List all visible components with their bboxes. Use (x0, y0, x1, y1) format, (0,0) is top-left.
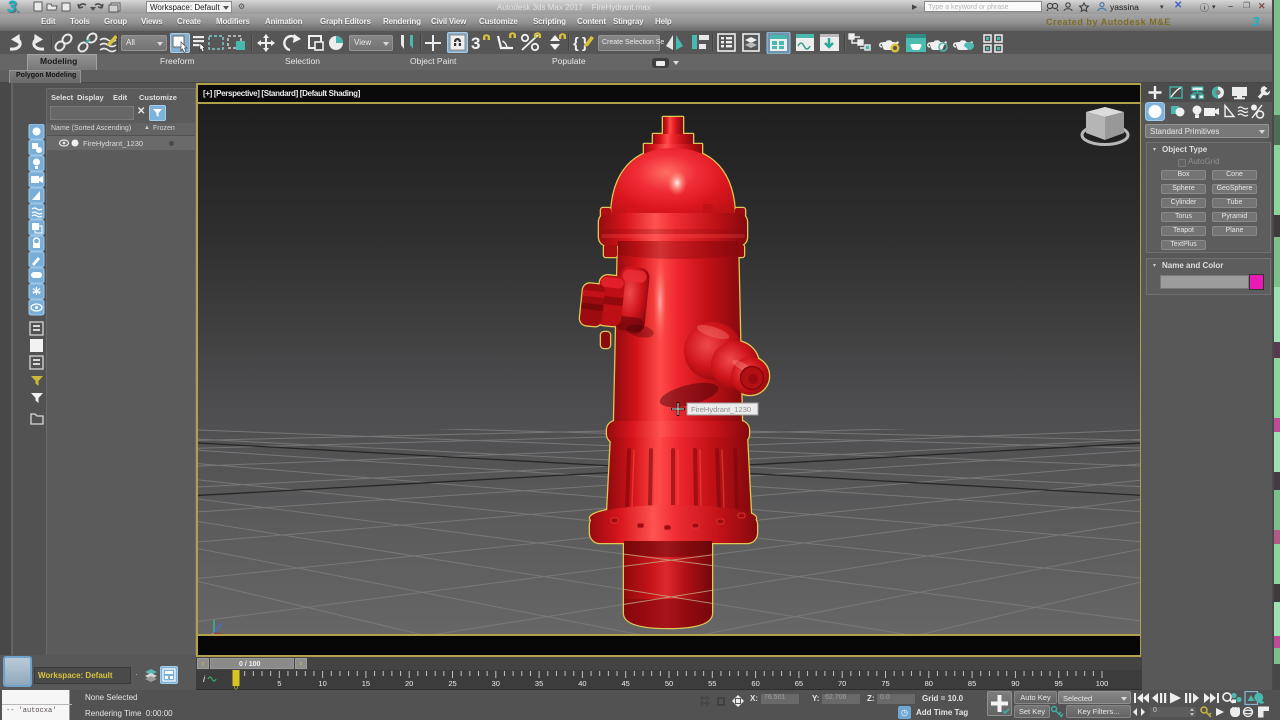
svg-text:100: 100 (1096, 679, 1109, 688)
svg-text:55: 55 (708, 679, 716, 688)
svg-text:40: 40 (578, 679, 586, 688)
svg-text:60: 60 (751, 679, 759, 688)
svg-text:50: 50 (665, 679, 673, 688)
svg-text:80: 80 (925, 679, 933, 688)
svg-text:35: 35 (535, 679, 543, 688)
svg-text:65: 65 (795, 679, 803, 688)
svg-text:3: 3 (471, 34, 480, 53)
svg-text:i: i (203, 674, 206, 684)
svg-text:90: 90 (1011, 679, 1019, 688)
svg-text:5: 5 (277, 679, 281, 688)
svg-text:30: 30 (492, 679, 500, 688)
svg-text:95: 95 (1055, 679, 1063, 688)
svg-text:10: 10 (318, 679, 326, 688)
svg-text:20: 20 (405, 679, 413, 688)
svg-text:0: 0 (234, 683, 238, 691)
svg-text:15: 15 (362, 679, 370, 688)
svg-text:45: 45 (622, 679, 630, 688)
svg-text:75: 75 (881, 679, 889, 688)
svg-text:85: 85 (968, 679, 976, 688)
svg-text:25: 25 (448, 679, 456, 688)
svg-text:70: 70 (838, 679, 846, 688)
svg-text:FireHydrant_1230: FireHydrant_1230 (691, 405, 751, 414)
